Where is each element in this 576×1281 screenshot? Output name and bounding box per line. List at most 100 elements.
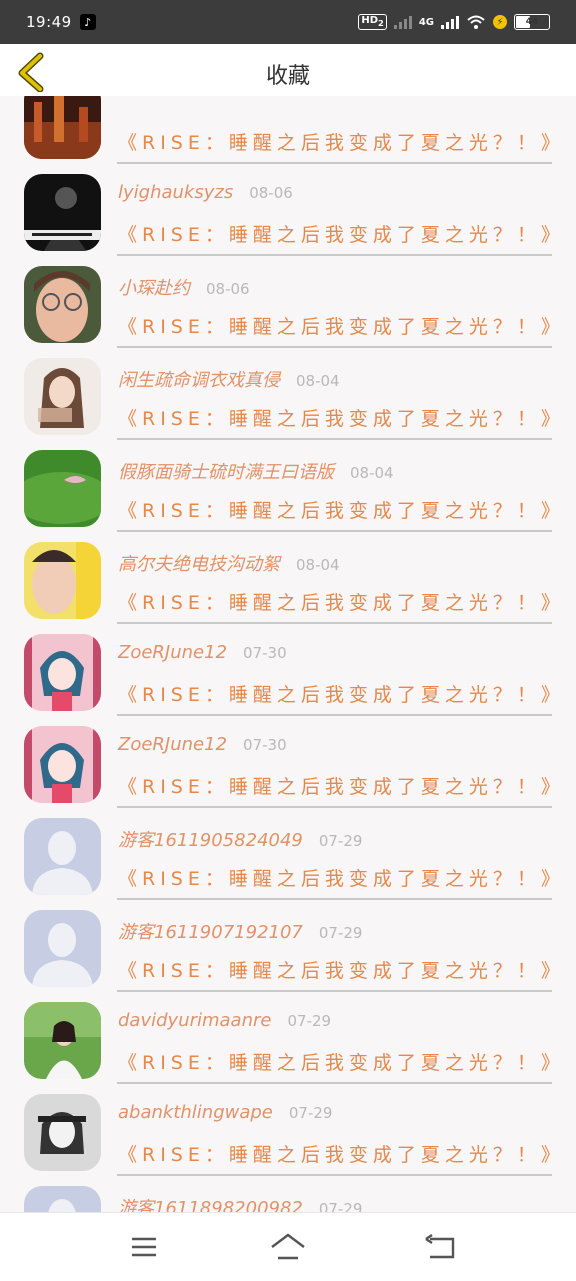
user-line: ZoeRJune12 07-30 bbox=[118, 734, 287, 755]
username[interactable]: 游客1611898200982 bbox=[118, 1194, 303, 1212]
username[interactable]: 假豚面骑士硫时满王曰语版 bbox=[118, 458, 334, 484]
user-line: 闲生疏命调衣戏真侵 08-04 bbox=[118, 366, 340, 392]
list-item[interactable]: 高尔夫绝电技沟动絮 08-04 《RISE：睡醒之后我变成了夏之光？！》 bbox=[0, 542, 576, 634]
book-title-link[interactable]: 《RISE：睡醒之后我变成了夏之光？！》 bbox=[118, 312, 565, 339]
row-divider bbox=[117, 346, 552, 348]
book-title-link[interactable]: 《RISE：睡醒之后我变成了夏之光？！》 bbox=[118, 128, 565, 155]
charging-icon: ⚡ bbox=[493, 15, 507, 29]
username[interactable]: lyighauksyzs bbox=[118, 182, 233, 203]
signal-strong-icon bbox=[441, 15, 459, 29]
avatar[interactable] bbox=[24, 358, 101, 435]
row-divider bbox=[117, 806, 552, 808]
user-line: davidyurimaanre 07-29 bbox=[118, 1010, 331, 1031]
username[interactable]: abankthlingwape bbox=[118, 1102, 273, 1123]
avatar[interactable] bbox=[24, 910, 101, 987]
row-divider bbox=[117, 1082, 552, 1084]
favorite-date: 07-30 bbox=[243, 736, 287, 754]
wifi-icon bbox=[467, 15, 485, 29]
book-title-link[interactable]: 《RISE：睡醒之后我变成了夏之光？！》 bbox=[118, 1140, 565, 1167]
list-item[interactable]: abankthlingwape 07-29 《RISE：睡醒之后我变成了夏之光？！》 bbox=[0, 1094, 576, 1186]
return-icon[interactable] bbox=[420, 1227, 460, 1267]
favorite-date: 08-04 bbox=[296, 556, 340, 574]
username[interactable]: 闲生疏命调衣戏真侵 bbox=[118, 366, 280, 392]
user-line: abankthlingwape 07-29 bbox=[118, 1102, 332, 1123]
signal-icon bbox=[393, 15, 412, 29]
book-title-link[interactable]: 《RISE：睡醒之后我变成了夏之光？！》 bbox=[118, 404, 565, 431]
user-line: lyighauksyzs 08-06 bbox=[118, 182, 293, 203]
avatar[interactable] bbox=[24, 96, 101, 159]
book-title-link[interactable]: 《RISE：睡醒之后我变成了夏之光？！》 bbox=[118, 496, 565, 523]
user-line: ZoeRJune12 07-30 bbox=[118, 642, 287, 663]
favorite-date: 07-30 bbox=[243, 644, 287, 662]
list-item[interactable]: ZoeRJune12 07-30 《RISE：睡醒之后我变成了夏之光？！》 bbox=[0, 726, 576, 818]
avatar[interactable] bbox=[24, 818, 101, 895]
tiktok-icon: ♪ bbox=[79, 14, 96, 30]
book-title-link[interactable]: 《RISE：睡醒之后我变成了夏之光？！》 bbox=[118, 220, 565, 247]
list-item[interactable]: 假豚面骑士硫时满王曰语版 08-04 《RISE：睡醒之后我变成了夏之光？！》 bbox=[0, 450, 576, 542]
book-title-link[interactable]: 《RISE：睡醒之后我变成了夏之光？！》 bbox=[118, 680, 565, 707]
book-title-link[interactable]: 《RISE：睡醒之后我变成了夏之光？！》 bbox=[118, 1048, 565, 1075]
list-item[interactable]: 游客1611905824049 07-29 《RISE：睡醒之后我变成了夏之光？！》 bbox=[0, 818, 576, 910]
row-divider bbox=[117, 530, 552, 532]
avatar[interactable] bbox=[24, 1094, 101, 1171]
book-title-link[interactable]: 《RISE：睡醒之后我变成了夏之光？！》 bbox=[118, 864, 565, 891]
system-nav-bar bbox=[0, 1212, 576, 1281]
list-item[interactable]: davidyurimaanre 07-29 《RISE：睡醒之后我变成了夏之光？！》 bbox=[0, 1002, 576, 1094]
favorite-date: 07-29 bbox=[318, 1200, 363, 1212]
user-line: 小琛赴约 08-06 bbox=[118, 274, 250, 300]
favorite-date: 07-29 bbox=[318, 924, 363, 942]
list-item[interactable]: 《RISE：睡醒之后我变成了夏之光？！》 bbox=[0, 96, 576, 174]
book-title-link[interactable]: 《RISE：睡醒之后我变成了夏之光？！》 bbox=[118, 588, 565, 615]
status-bar: 19:49 ♪ HD2 4G ⚡ 44 bbox=[0, 0, 576, 44]
battery-icon: 44 bbox=[514, 14, 550, 30]
favorite-date: 07-29 bbox=[287, 1012, 332, 1030]
avatar[interactable] bbox=[24, 266, 101, 343]
list-item[interactable]: ZoeRJune12 07-30 《RISE：睡醒之后我变成了夏之光？！》 bbox=[0, 634, 576, 726]
list-item[interactable]: 游客161189820098207-29《RISE：睡醒之后我变成了夏之光？！》 bbox=[0, 1186, 576, 1212]
favorite-date: 07-29 bbox=[318, 832, 363, 850]
favorite-date: 08-06 bbox=[206, 280, 250, 298]
list-item[interactable]: lyighauksyzs 08-06 《RISE：睡醒之后我变成了夏之光？！》 bbox=[0, 174, 576, 266]
avatar[interactable] bbox=[24, 542, 101, 619]
row-divider bbox=[117, 898, 552, 900]
page-title: 收藏 bbox=[265, 64, 310, 89]
avatar[interactable] bbox=[24, 726, 101, 803]
favorites-list[interactable]: 《RISE：睡醒之后我变成了夏之光？！》 lyighauksyzs 08-06 《RI… bbox=[0, 96, 576, 1212]
user-line: 高尔夫绝电技沟动絮 08-04 bbox=[118, 550, 340, 576]
book-title-link[interactable]: 《RISE：睡醒之后我变成了夏之光？！》 bbox=[118, 772, 565, 799]
hd-icon: HD2 bbox=[358, 14, 387, 30]
username[interactable]: 高尔夫绝电技沟动絮 bbox=[118, 550, 280, 576]
avatar[interactable] bbox=[24, 1186, 101, 1212]
avatar[interactable] bbox=[24, 634, 101, 711]
favorite-date: 08-06 bbox=[249, 184, 293, 202]
row-divider bbox=[117, 162, 552, 164]
row-divider bbox=[117, 622, 552, 624]
user-line: 假豚面骑士硫时满王曰语版 08-04 bbox=[118, 458, 394, 484]
list-item[interactable]: 游客1611907192107 07-29 《RISE：睡醒之后我变成了夏之光？！》 bbox=[0, 910, 576, 1002]
favorite-date: 07-29 bbox=[288, 1104, 333, 1122]
menu-icon[interactable] bbox=[124, 1227, 164, 1267]
favorite-date: 08-04 bbox=[296, 372, 340, 390]
user-line: 游客1611907192107 07-29 bbox=[118, 918, 362, 944]
username[interactable]: 游客1611907192107 bbox=[118, 918, 303, 944]
username[interactable]: 游客1611905824049 bbox=[118, 826, 303, 852]
username[interactable]: ZoeRJune12 bbox=[118, 642, 227, 663]
user-line: 游客1611905824049 07-29 bbox=[118, 826, 362, 852]
book-title-link[interactable]: 《RISE：睡醒之后我变成了夏之光？！》 bbox=[118, 956, 565, 983]
row-divider bbox=[117, 254, 552, 256]
username[interactable]: 小琛赴约 bbox=[118, 274, 190, 300]
avatar[interactable] bbox=[24, 450, 101, 527]
username[interactable]: davidyurimaanre bbox=[118, 1010, 271, 1031]
network-label: 4G bbox=[418, 16, 434, 28]
list-item[interactable]: 闲生疏命调衣戏真侵 08-04 《RISE：睡醒之后我变成了夏之光？！》 bbox=[0, 358, 576, 450]
list-item[interactable]: 小琛赴约 08-06 《RISE：睡醒之后我变成了夏之光？！》 bbox=[0, 266, 576, 358]
row-divider bbox=[117, 990, 552, 992]
favorite-date: 08-04 bbox=[350, 464, 394, 482]
status-time: 19:49 bbox=[26, 13, 72, 31]
avatar[interactable] bbox=[24, 1002, 101, 1079]
home-icon[interactable] bbox=[268, 1227, 308, 1267]
row-divider bbox=[117, 1174, 552, 1176]
username[interactable]: ZoeRJune12 bbox=[118, 734, 227, 755]
avatar[interactable] bbox=[24, 174, 101, 251]
user-line: 游客1611898200982 07-29 bbox=[118, 1194, 362, 1212]
